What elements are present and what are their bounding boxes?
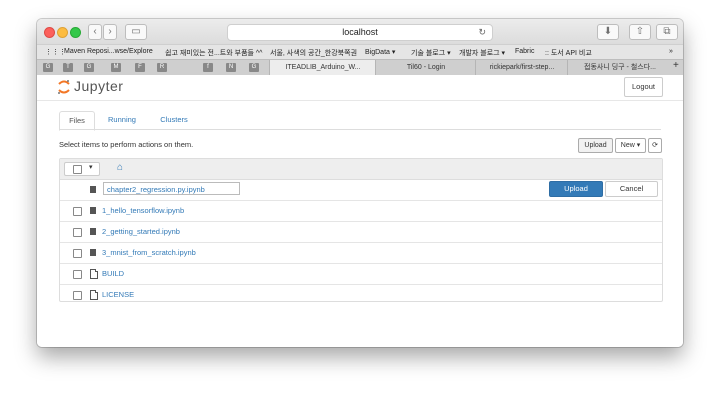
caret-down-icon[interactable]: ▾ <box>89 163 93 171</box>
bookmarks-bar: ⋮⋮⋮ Maven Reposi...wse/Explore 쉽고 재미있는 전… <box>37 44 683 60</box>
pinned-tab[interactable]: N <box>226 63 236 72</box>
notebook-icon <box>90 228 96 235</box>
minimize-window-button[interactable] <box>57 27 68 38</box>
row-checkbox[interactable] <box>73 270 82 279</box>
bookmark-item[interactable]: BigData ▾ <box>365 48 395 56</box>
select-all-checkbox[interactable] <box>73 165 82 174</box>
file-icon <box>90 269 98 279</box>
titlebar: ‹ › ▭ localhost ↻ ⬇ ⇧ ⧉ <box>37 19 683 44</box>
bookmark-item[interactable]: 서울, 사색의 공간_한강북쪽권 <box>270 48 357 58</box>
url-text: localhost <box>342 27 378 37</box>
tab-divider <box>59 129 661 130</box>
browser-tab[interactable]: 접동사니 딩구 - 철스다... <box>567 60 672 75</box>
cancel-upload-button[interactable]: Cancel <box>605 181 658 197</box>
refresh-icon: ⟳ <box>652 142 658 149</box>
sidebar-button[interactable]: ▭ <box>125 24 147 40</box>
bookmark-item[interactable]: 쉽고 재미있는 전...트와 부품들 ^^ <box>165 48 262 58</box>
file-row[interactable]: LICENSE <box>60 285 662 305</box>
file-name-link[interactable]: 3_mnist_from_scratch.ipynb <box>102 248 196 257</box>
logout-button[interactable]: Logout <box>624 77 663 97</box>
confirm-upload-button[interactable]: Upload <box>549 181 603 197</box>
jupyter-logo-icon <box>58 80 70 94</box>
tab-running[interactable]: Running <box>99 111 145 129</box>
bookmark-item[interactable]: Maven Reposi...wse/Explore <box>64 48 153 55</box>
browser-tab[interactable]: rickiepark/first-step... <box>475 60 568 75</box>
chevron-left-icon: ‹ <box>93 26 97 37</box>
refresh-button[interactable]: ⟳ <box>648 138 662 153</box>
row-checkbox[interactable] <box>73 228 82 237</box>
tab-clusters[interactable]: Clusters <box>151 111 197 129</box>
jupyter-page: Jupyter Logout Files Running Clusters Se… <box>37 75 683 347</box>
bookmark-item[interactable]: Fabric <box>515 48 534 55</box>
tabs-icon: ⧉ <box>663 26 671 37</box>
pinned-tab[interactable]: G <box>84 63 94 72</box>
more-bookmarks-icon[interactable]: » <box>669 48 673 55</box>
tabs-overview-button[interactable]: ⧉ <box>656 24 678 40</box>
row-checkbox[interactable] <box>73 207 82 216</box>
file-icon <box>90 290 98 300</box>
pinned-tab[interactable]: f <box>203 63 213 72</box>
file-list-header: ▾ ⌂ <box>60 159 662 180</box>
bookmark-item[interactable]: :: 도서 API 비교 <box>545 48 592 58</box>
notebook-icon <box>90 207 96 214</box>
zoom-window-button[interactable] <box>70 27 81 38</box>
row-checkbox[interactable] <box>73 291 82 300</box>
new-tab-icon[interactable]: + <box>673 60 679 71</box>
select-all-dropdown[interactable]: ▾ <box>64 162 100 176</box>
jupyter-header: Jupyter Logout <box>37 75 683 101</box>
jupyter-logo-text[interactable]: Jupyter <box>74 78 123 94</box>
upload-filename-input[interactable]: chapter2_regression.py.ipynb <box>103 182 240 195</box>
pinned-tab[interactable]: M <box>111 63 121 72</box>
file-name-link[interactable]: 2_getting_started.ipynb <box>102 227 180 236</box>
bookmark-item[interactable]: 기술 블로그 ▾ <box>411 48 451 58</box>
browser-window: ‹ › ▭ localhost ↻ ⬇ ⇧ ⧉ ⋮⋮⋮ Maven Reposi… <box>37 19 683 347</box>
file-name-link[interactable]: BUILD <box>102 269 124 278</box>
pinned-tab[interactable]: F <box>135 63 145 72</box>
share-button[interactable]: ⇧ <box>629 24 651 40</box>
reload-icon[interactable]: ↻ <box>478 25 486 40</box>
upload-button[interactable]: Upload <box>578 138 613 153</box>
file-row[interactable]: 3_mnist_from_scratch.ipynb <box>60 243 662 264</box>
sidebar-icon: ▭ <box>131 26 141 37</box>
file-row[interactable]: BUILD <box>60 264 662 285</box>
download-icon: ⬇ <box>603 26 613 37</box>
upload-row: chapter2_regression.py.ipynb Upload Canc… <box>60 180 662 201</box>
chevron-right-icon: › <box>108 26 112 37</box>
pinned-tab[interactable]: T <box>63 63 73 72</box>
downloads-button[interactable]: ⬇ <box>597 24 619 40</box>
instructions-text: Select items to perform actions on them. <box>59 140 194 149</box>
file-row[interactable]: 2_getting_started.ipynb <box>60 222 662 243</box>
pinned-tab[interactable]: G <box>249 63 259 72</box>
address-bar[interactable]: localhost ↻ <box>227 24 493 41</box>
forward-button[interactable]: › <box>103 24 117 40</box>
tab-files[interactable]: Files <box>59 111 95 131</box>
notebook-icon <box>90 249 96 256</box>
share-icon: ⇧ <box>635 26 645 37</box>
file-name-link[interactable]: LICENSE <box>102 290 134 299</box>
new-dropdown-button[interactable]: New ▾ <box>615 138 646 153</box>
pinned-tab[interactable]: R <box>157 63 167 72</box>
file-list: ▾ ⌂ chapter2_regression.py.ipynb Upload … <box>59 158 663 302</box>
back-button[interactable]: ‹ <box>88 24 102 40</box>
bookmark-item[interactable]: 개발자 블로그 ▾ <box>459 48 505 58</box>
row-checkbox[interactable] <box>73 249 82 258</box>
pinned-tab[interactable]: G <box>43 63 53 72</box>
file-row[interactable]: 1_hello_tensorflow.ipynb <box>60 201 662 222</box>
close-window-button[interactable] <box>44 27 55 38</box>
apps-grid-icon[interactable]: ⋮⋮⋮ <box>45 48 66 56</box>
notebook-icon <box>90 186 96 193</box>
home-icon[interactable]: ⌂ <box>117 162 123 173</box>
browser-tab[interactable]: ITEADLIB_Arduino_W... <box>269 60 376 75</box>
browser-tab[interactable]: Til60 - Login <box>375 60 476 75</box>
browser-tab-bar: G T G M F R f N G ITEADLIB_Arduino_W... … <box>37 59 683 76</box>
file-name-link[interactable]: 1_hello_tensorflow.ipynb <box>102 206 184 215</box>
